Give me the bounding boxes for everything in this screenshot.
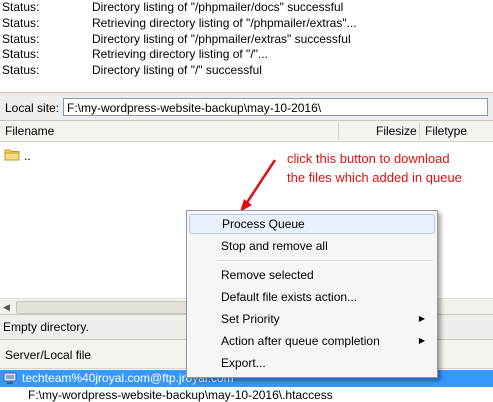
local-site-bar: Local site: F:\my-wordpress-website-back… (0, 96, 493, 121)
submenu-arrow-icon: ▶ (418, 314, 425, 323)
local-site-label: Local site: (5, 101, 60, 115)
log-message: Retrieving directory listing of "/phpmai… (92, 16, 357, 30)
log-row: Status: Retrieving directory listing of "… (2, 16, 357, 31)
log-row: Status: Retrieving directory listing of "… (2, 47, 268, 62)
log-message: Directory listing of "/phpmailer/extras"… (92, 32, 351, 46)
file-name: .. (24, 149, 31, 163)
menu-item-export[interactable]: Export... (189, 353, 435, 373)
log-label: Status: (2, 63, 40, 77)
column-divider[interactable] (419, 123, 420, 139)
menu-item-stop-and-remove-all[interactable]: Stop and remove all (189, 236, 435, 256)
message-log: Status: Directory listing of "/phpmailer/… (0, 0, 493, 92)
log-label: Status: (2, 32, 40, 46)
column-filename[interactable]: Filename (5, 121, 54, 141)
log-row: Status: Directory listing of "/" successf… (2, 63, 262, 78)
menu-item-process-queue[interactable]: Process Queue (189, 214, 435, 234)
menu-separator (217, 260, 433, 262)
scroll-left-icon[interactable]: ◀ (3, 302, 10, 313)
menu-item-label: Action after queue completion (221, 334, 380, 348)
annotation-line-1: click this button to download (287, 151, 450, 166)
folder-icon (4, 148, 20, 165)
file-list-header: Filename Filesize Filetype (0, 121, 493, 142)
annotation-line-2: the files which added in queue (287, 170, 462, 185)
log-label: Status: (2, 0, 40, 14)
log-message: Retrieving directory listing of "/"... (92, 47, 268, 61)
annotation-text: click this button to download the files … (287, 149, 462, 187)
log-message: Directory listing of "/phpmailer/docs" s… (92, 0, 344, 14)
local-site-path-input[interactable]: F:\my-wordpress-website-backup\may-10-20… (63, 98, 488, 116)
submenu-arrow-icon: ▶ (418, 336, 425, 345)
column-filetype[interactable]: Filetype (425, 121, 467, 141)
column-divider[interactable] (338, 123, 339, 139)
column-server-local-file[interactable]: Server/Local file (5, 348, 91, 362)
scrollbar-thumb[interactable] (16, 301, 188, 314)
log-message: Directory listing of "/" successful (92, 63, 262, 77)
menu-item-set-priority[interactable]: Set Priority ▶ (189, 309, 435, 329)
column-filesize[interactable]: Filesize (376, 121, 417, 141)
log-label: Status: (2, 16, 40, 30)
menu-item-action-after-queue-completion[interactable]: Action after queue completion ▶ (189, 331, 435, 351)
log-label: Status: (2, 47, 40, 61)
status-text: Empty directory. (3, 320, 89, 334)
menu-item-label: Set Priority (221, 312, 280, 326)
menu-item-remove-selected[interactable]: Remove selected (189, 265, 435, 285)
file-row-parent-directory[interactable]: .. (4, 148, 31, 164)
queue-context-menu: Process Queue Stop and remove all Remove… (186, 210, 438, 378)
log-row: Status: Directory listing of "/phpmailer/… (2, 32, 351, 47)
menu-item-default-file-exists-action[interactable]: Default file exists action... (189, 287, 435, 307)
log-row: Status: Directory listing of "/phpmailer/… (2, 0, 343, 15)
